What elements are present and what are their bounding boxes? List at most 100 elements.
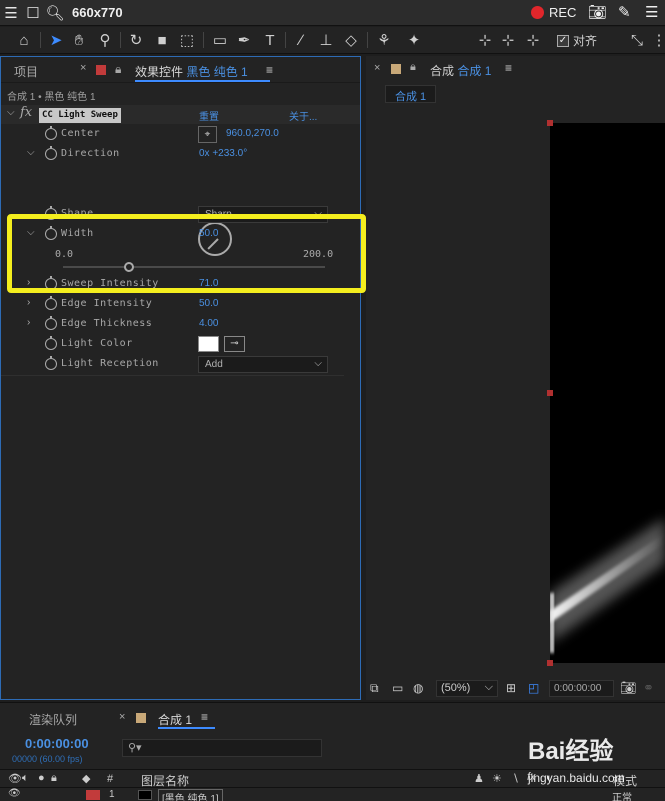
snap-checkbox[interactable]: ✓ [557, 34, 569, 47]
puppet-pin-tool-icon[interactable]: ✦ [403, 30, 425, 50]
snap-toggle[interactable]: ✓ 对齐 [557, 32, 597, 49]
layer-row[interactable]: 👁︎ 1 [黑色 纯色 1] 正常 [0, 788, 665, 801]
window-icon[interactable]: ☐ [22, 2, 44, 24]
light-reception-dropdown[interactable]: Add ⌵ [198, 356, 328, 373]
viewer-timecode[interactable]: 0:00:00:00 [549, 680, 614, 697]
timeline-search-input[interactable]: ⚲▾ [122, 739, 322, 757]
stopwatch-icon[interactable] [45, 356, 57, 370]
snap-label: 对齐 [573, 34, 598, 48]
zoom-tool-icon[interactable]: ⚲ [94, 30, 116, 50]
eraser-tool-icon[interactable]: ◇ [340, 30, 362, 50]
camera-tool-icon[interactable]: ■ [151, 30, 173, 50]
record-button[interactable]: REC [531, 5, 576, 20]
axis-world-icon[interactable]: ⊹ [497, 30, 519, 50]
column-number: # [107, 773, 114, 785]
label-icon[interactable]: ◆ [82, 772, 90, 785]
edge-intensity-value[interactable]: 50.0 [199, 298, 218, 309]
tab-project[interactable]: 项目 [14, 63, 38, 80]
mask-icon[interactable]: ◍ [413, 681, 423, 695]
axis-view-icon[interactable]: ⊹ [522, 30, 544, 50]
stopwatch-icon[interactable] [45, 146, 57, 160]
tab-timeline-comp[interactable]: 合成 1 [158, 711, 192, 728]
twirl-open-icon[interactable]: ⌵ [27, 147, 35, 158]
rotate-tool-icon[interactable]: ↻ [125, 30, 147, 50]
audio-icon[interactable]: 🔈︎ [22, 772, 29, 785]
timeline-timecode[interactable]: 0:00:00:00 [25, 736, 89, 751]
visibility-icon[interactable]: 👁︎ [8, 772, 22, 785]
roto-brush-tool-icon[interactable]: ⚘ [373, 30, 395, 50]
more-tools-icon[interactable]: ⋮ [648, 30, 665, 50]
region-of-interest-icon[interactable]: ◰ [528, 681, 539, 695]
stopwatch-icon[interactable] [45, 316, 57, 330]
tools-toolbar: ⌂ ➤ ✋︎ ⚲ ↻ ■ ⬚ ▭ ✒︎ T ∕ ⊥ ◇ ⚘ ✦ ⊹ ⊹ ⊹ ✓ … [0, 27, 665, 54]
pan-behind-tool-icon[interactable]: ⬚ [176, 30, 198, 50]
fx-icon[interactable]: fx [20, 105, 32, 120]
snap-options-icon[interactable]: ⤡ [626, 30, 648, 50]
lock-icon[interactable]: 🔒︎ [51, 772, 57, 785]
selection-tool-icon[interactable]: ➤ [45, 30, 67, 50]
layer-handle[interactable] [547, 660, 553, 666]
tab-close-icon[interactable]: × [374, 62, 380, 74]
eyedropper-icon[interactable]: ⊸ [224, 336, 245, 352]
clone-stamp-tool-icon[interactable]: ⊥ [315, 30, 337, 50]
comp-subtab[interactable]: 合成 1 [385, 85, 437, 103]
layer-color-swatch [96, 65, 106, 75]
twirl-closed-icon[interactable]: › [27, 297, 30, 308]
panel-menu-icon[interactable]: ≡ [505, 61, 512, 75]
center-value[interactable]: 960.0,270.0 [226, 128, 279, 139]
collapse-chevron-icon[interactable]: ⌵ [7, 107, 15, 118]
collapse-icon[interactable]: ☀ [492, 772, 502, 785]
effect-header-row: ⌵ fx CC Light Sweep 重置 关于... [1, 105, 360, 124]
brush-tool-icon[interactable]: ∕ [290, 30, 312, 50]
show-snapshot-icon[interactable]: ⚭ [643, 680, 654, 696]
layer-label-swatch[interactable] [86, 790, 100, 800]
lock-icon[interactable]: 🔒︎ [410, 61, 416, 74]
always-preview-icon[interactable]: ⧉ [370, 681, 379, 696]
axis-local-icon[interactable]: ⊹ [474, 30, 496, 50]
stopwatch-icon[interactable] [45, 126, 57, 140]
window-title: 660x770 [72, 5, 123, 20]
panel-menu-icon[interactable]: ≡ [201, 710, 208, 724]
stopwatch-icon[interactable] [45, 336, 57, 350]
snapshot-icon[interactable]: 📷︎ [620, 680, 637, 696]
zoom-dropdown[interactable]: (50%) ⌵ [436, 680, 498, 697]
composition-viewer[interactable] [550, 123, 665, 663]
quality-icon[interactable]: ∖ [512, 772, 519, 785]
rectangle-tool-icon[interactable]: ▭ [209, 30, 231, 50]
tab-close-icon[interactable]: × [80, 62, 86, 74]
panel-menu-icon[interactable]: ≡ [266, 63, 273, 77]
pen-icon[interactable]: ✎ [618, 3, 631, 21]
pen-tool-icon[interactable]: ✒︎ [233, 30, 255, 50]
edge-thickness-value[interactable]: 4.00 [199, 318, 218, 329]
shy-icon[interactable]: ♟ [474, 772, 484, 785]
about-link[interactable]: 关于... [289, 108, 317, 123]
tab-render-queue[interactable]: 渲染队列 [29, 711, 77, 728]
lock-icon[interactable]: 🔒︎ [115, 62, 121, 77]
layer-handle[interactable] [547, 120, 553, 126]
layer-handle[interactable] [547, 390, 553, 396]
solo-icon[interactable]: ● [38, 772, 45, 784]
more-menu-icon[interactable]: ☰ [645, 3, 658, 21]
visibility-icon[interactable]: 👁︎ [8, 788, 21, 799]
stopwatch-icon[interactable] [45, 296, 57, 310]
reset-link[interactable]: 重置 [199, 108, 219, 123]
layer-name[interactable]: [黑色 纯色 1] [158, 789, 223, 801]
twirl-closed-icon[interactable]: › [27, 317, 30, 328]
crosshair-icon[interactable]: ⌖ [198, 126, 217, 143]
tab-effect-controls[interactable]: 效果控件 黑色 纯色 1 [135, 63, 248, 80]
hand-tool-icon[interactable]: ✋︎ [68, 30, 90, 50]
monitor-icon[interactable]: ▭ [392, 681, 403, 695]
menu-icon[interactable]: ☰ [0, 2, 22, 24]
camera-icon[interactable]: 📷︎ [588, 3, 607, 21]
light-color-swatch[interactable] [198, 336, 219, 352]
viewer-footer: ⧉ ▭ ◍ (50%) ⌵ ⊞ ◰ 0:00:00:00 📷︎ ⚭ [366, 678, 665, 700]
text-tool-icon[interactable]: T [259, 30, 281, 50]
direction-value[interactable]: 0x +233.0° [199, 148, 247, 159]
tab-composition[interactable]: 合成 合成 1 [430, 62, 491, 79]
tab-close-icon[interactable]: × [119, 711, 125, 723]
tab-comp-prefix: 合成 [430, 64, 455, 78]
search-icon[interactable]: 🔍︎ [44, 2, 66, 24]
layer-mode[interactable]: 正常 [612, 789, 632, 801]
grid-icon[interactable]: ⊞ [506, 681, 516, 695]
home-icon[interactable]: ⌂ [13, 30, 35, 50]
